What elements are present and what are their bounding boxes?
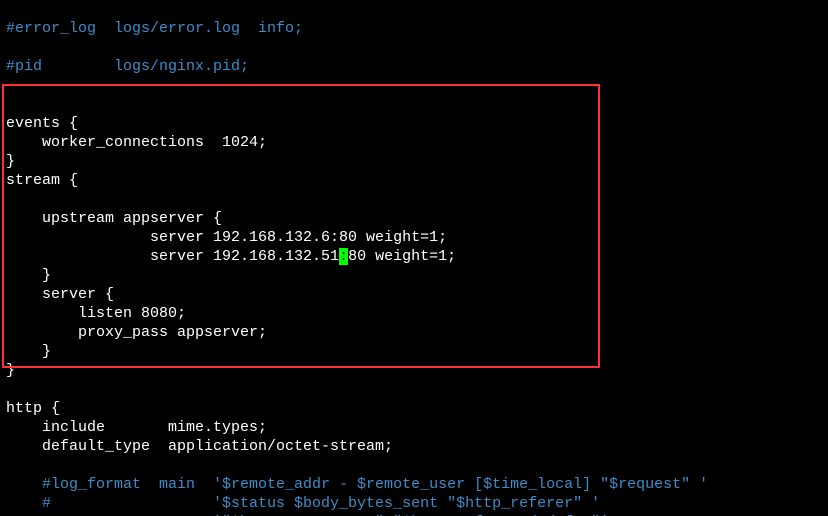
code-line: upstream appserver { (6, 210, 222, 227)
code-line: } (6, 343, 51, 360)
code-line: server { (6, 286, 114, 303)
code-editor[interactable]: #error_log logs/error.log info; #pid log… (0, 0, 828, 516)
code-line: server 192.168.132.6:80 weight=1; (6, 229, 447, 246)
code-line: } (6, 153, 15, 170)
comment-line: # '$status $body_bytes_sent "$http_refer… (6, 495, 600, 512)
code-line: include mime.types; (6, 419, 267, 436)
code-line: listen 8080; (6, 305, 186, 322)
code-line: default_type application/octet-stream; (6, 438, 393, 455)
comment-line: #log_format main '$remote_addr - $remote… (6, 476, 708, 493)
code-line: http { (6, 400, 60, 417)
code-line: events { (6, 115, 78, 132)
code-text: 80 weight=1; (348, 248, 456, 265)
code-line: stream { (6, 172, 78, 189)
code-line: server 192.168.132.51:80 weight=1; (6, 248, 456, 265)
code-line: proxy_pass appserver; (6, 324, 267, 341)
text-cursor: : (339, 248, 348, 265)
code-text: server 192.168.132.51 (6, 248, 339, 265)
comment-line: #pid logs/nginx.pid; (6, 58, 249, 75)
code-line: } (6, 267, 51, 284)
code-line: } (6, 362, 15, 379)
code-line: worker_connections 1024; (6, 134, 267, 151)
comment-line: #error_log logs/error.log info; (6, 20, 303, 37)
